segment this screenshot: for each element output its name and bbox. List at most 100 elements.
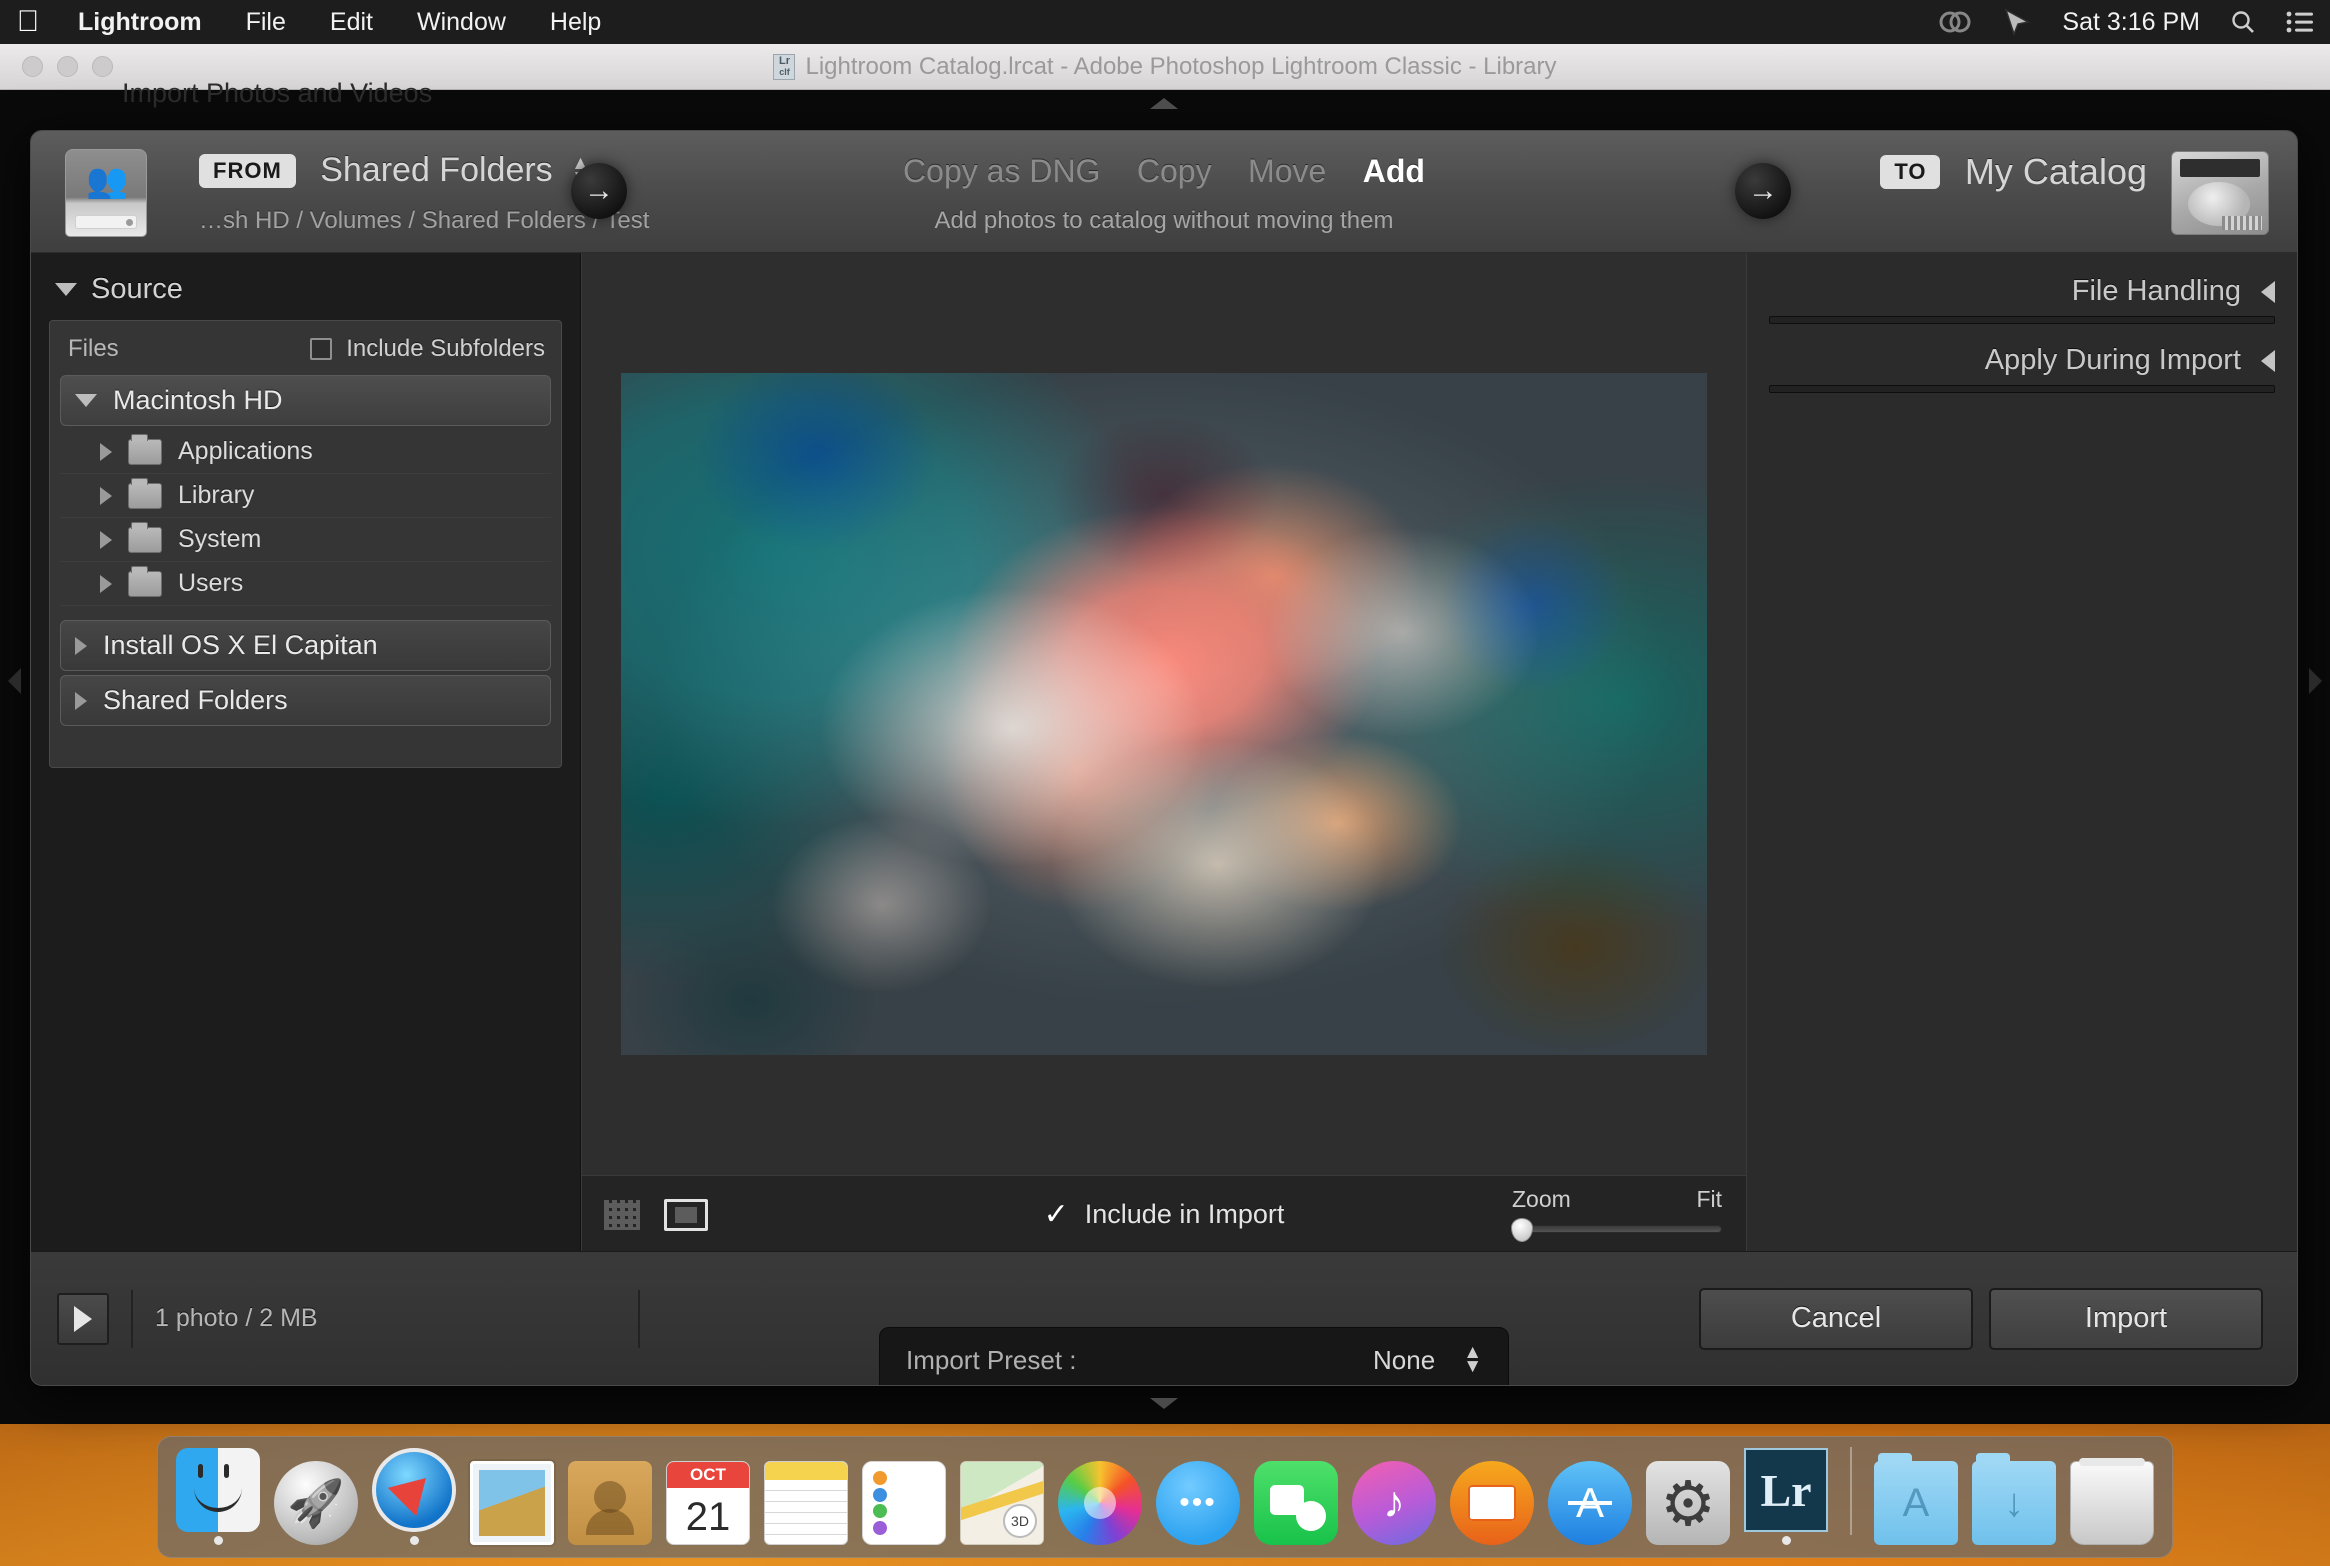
ibooks-icon[interactable] — [1450, 1461, 1534, 1545]
zoom-slider-handle[interactable] — [1511, 1218, 1533, 1242]
mode-copy[interactable]: Copy — [1137, 153, 1212, 190]
trash-icon[interactable] — [2070, 1458, 2154, 1545]
expand-panel-icon[interactable] — [57, 1292, 109, 1345]
creative-cloud-icon[interactable] — [1938, 9, 1972, 35]
dock-item-finder[interactable] — [174, 1445, 262, 1545]
calendar-icon[interactable]: OCT 21 — [666, 1461, 750, 1545]
dock-item-system-preferences[interactable] — [1644, 1445, 1732, 1545]
dock-item-facetime[interactable] — [1252, 1445, 1340, 1545]
menu-item-edit[interactable]: Edit — [308, 0, 395, 44]
right-panel-toggle-icon[interactable] — [2309, 668, 2322, 694]
cursor-icon[interactable] — [2002, 7, 2032, 37]
dock-item-lightroom[interactable]: Lr — [1742, 1445, 1830, 1545]
chevron-right-icon[interactable] — [75, 636, 87, 655]
chevron-down-icon[interactable] — [55, 283, 77, 296]
source-folder-library[interactable]: Library — [60, 474, 551, 518]
source-volume-install-os-x[interactable]: Install OS X El Capitan — [60, 620, 551, 671]
dock-item-photos[interactable] — [1056, 1445, 1144, 1545]
dock-item-maps[interactable]: 3D — [958, 1445, 1046, 1545]
photo-preview-image[interactable] — [621, 373, 1707, 1055]
chevron-right-icon[interactable] — [100, 486, 112, 505]
mail-icon[interactable] — [470, 1461, 554, 1545]
applications-folder-icon[interactable]: A — [1874, 1453, 1958, 1545]
zoom-slider-group[interactable]: Zoom Fit — [1511, 1186, 1722, 1242]
top-panel-toggle-icon[interactable] — [1150, 98, 1178, 109]
search-icon[interactable] — [2230, 9, 2256, 35]
dock-item-calendar[interactable]: OCT 21 — [664, 1445, 752, 1545]
itunes-icon[interactable] — [1352, 1461, 1436, 1545]
control-center-icon[interactable] — [2286, 11, 2314, 33]
photos-icon[interactable] — [1058, 1461, 1142, 1545]
from-source-value[interactable]: Shared Folders — [320, 151, 552, 190]
menu-item-window[interactable]: Window — [395, 0, 528, 44]
dock-item-contacts[interactable] — [566, 1445, 654, 1545]
dock-item-notes[interactable] — [762, 1445, 850, 1545]
cancel-button[interactable]: Cancel — [1699, 1287, 1973, 1350]
source-volume-macintosh-hd[interactable]: Macintosh HD — [60, 375, 551, 426]
menu-item-file[interactable]: File — [224, 0, 308, 44]
dock-item-reminders[interactable] — [860, 1445, 948, 1545]
reminders-icon[interactable] — [862, 1461, 946, 1545]
mode-move[interactable]: Move — [1248, 153, 1326, 190]
chevron-down-icon[interactable] — [75, 394, 97, 407]
dock-item-messages[interactable] — [1154, 1445, 1242, 1545]
loupe-preview[interactable] — [582, 253, 1746, 1175]
chevron-left-icon[interactable] — [2261, 349, 2275, 372]
import-preset-selector[interactable]: Import Preset : None ▲ ▼ — [879, 1327, 1509, 1385]
section-file-handling[interactable]: File Handling — [1769, 271, 2275, 314]
left-panel-toggle-icon[interactable] — [8, 668, 21, 694]
chevron-updown-icon[interactable]: ▲▼ — [1463, 1343, 1482, 1376]
dock-item-applications-folder[interactable]: A — [1872, 1445, 1960, 1545]
bottom-panel-toggle-icon[interactable] — [1150, 1398, 1178, 1409]
dock-item-launchpad[interactable] — [272, 1445, 360, 1545]
dock-item-mail[interactable] — [468, 1445, 556, 1545]
source-folder-users[interactable]: Users — [60, 562, 551, 606]
facetime-icon[interactable] — [1254, 1461, 1338, 1545]
chevron-left-icon[interactable] — [2261, 280, 2275, 303]
launchpad-icon[interactable] — [274, 1461, 358, 1545]
dock-item-trash[interactable] — [2068, 1445, 2156, 1545]
menu-item-help[interactable]: Help — [528, 0, 623, 44]
downloads-folder-icon[interactable]: ↓ — [1972, 1453, 2056, 1545]
source-panel-header[interactable]: Source — [49, 267, 562, 320]
safari-icon[interactable] — [372, 1448, 456, 1532]
section-apply-during-import[interactable]: Apply During Import — [1769, 340, 2275, 383]
import-preset-value[interactable]: None ▲ ▼ — [1373, 1343, 1482, 1376]
menu-item-lightroom[interactable]: Lightroom — [56, 0, 224, 44]
dock-item-safari[interactable] — [370, 1445, 458, 1545]
contacts-icon[interactable] — [568, 1461, 652, 1545]
notes-icon[interactable] — [764, 1461, 848, 1545]
chevron-right-icon[interactable] — [100, 442, 112, 461]
dock-item-appstore[interactable] — [1546, 1445, 1634, 1545]
dock-item-ibooks[interactable] — [1448, 1445, 1536, 1545]
maps-icon[interactable]: 3D — [960, 1461, 1044, 1545]
grid-view-icon[interactable] — [604, 1199, 640, 1230]
source-volume-shared-folders[interactable]: Shared Folders — [60, 675, 551, 726]
apple-menu-icon[interactable]:  — [0, 7, 56, 37]
gear-icon[interactable] — [1646, 1461, 1730, 1545]
menubar-clock[interactable]: Sat 3:16 PM — [2062, 8, 2200, 37]
to-catalog-selector[interactable]: TO My Catalog — [1880, 151, 2147, 193]
chevron-right-icon[interactable] — [75, 691, 87, 710]
chevron-right-icon[interactable] — [100, 530, 112, 549]
messages-icon[interactable] — [1156, 1461, 1240, 1545]
include-in-import-toggle[interactable]: ✓ Include in Import — [1044, 1199, 1285, 1230]
lightroom-icon[interactable]: Lr — [1744, 1448, 1828, 1532]
include-subfolders-checkbox[interactable] — [310, 338, 333, 360]
source-folder-applications[interactable]: Applications — [60, 430, 551, 474]
include-subfolders-row[interactable]: Include Subfolders — [310, 335, 545, 363]
zoom-slider-track[interactable] — [1511, 1218, 1722, 1242]
app-store-icon[interactable] — [1548, 1461, 1632, 1545]
import-button[interactable]: Import — [1989, 1287, 2263, 1350]
dock-item-downloads-folder[interactable]: ↓ — [1970, 1445, 2058, 1545]
mode-add[interactable]: Add — [1363, 153, 1425, 190]
chevron-right-icon[interactable] — [100, 574, 112, 593]
from-source-selector[interactable]: FROM Shared Folders ▲▼ — [199, 151, 590, 190]
loupe-view-icon[interactable] — [664, 1198, 708, 1231]
dock-item-itunes[interactable] — [1350, 1445, 1438, 1545]
source-folder-system[interactable]: System — [60, 518, 551, 562]
to-catalog-value[interactable]: My Catalog — [1965, 151, 2147, 193]
mode-copy-as-dng[interactable]: Copy as DNG — [903, 153, 1100, 190]
import-mode-tabs[interactable]: Copy as DNG Copy Move Add — [887, 153, 1441, 190]
finder-icon[interactable] — [176, 1448, 260, 1532]
